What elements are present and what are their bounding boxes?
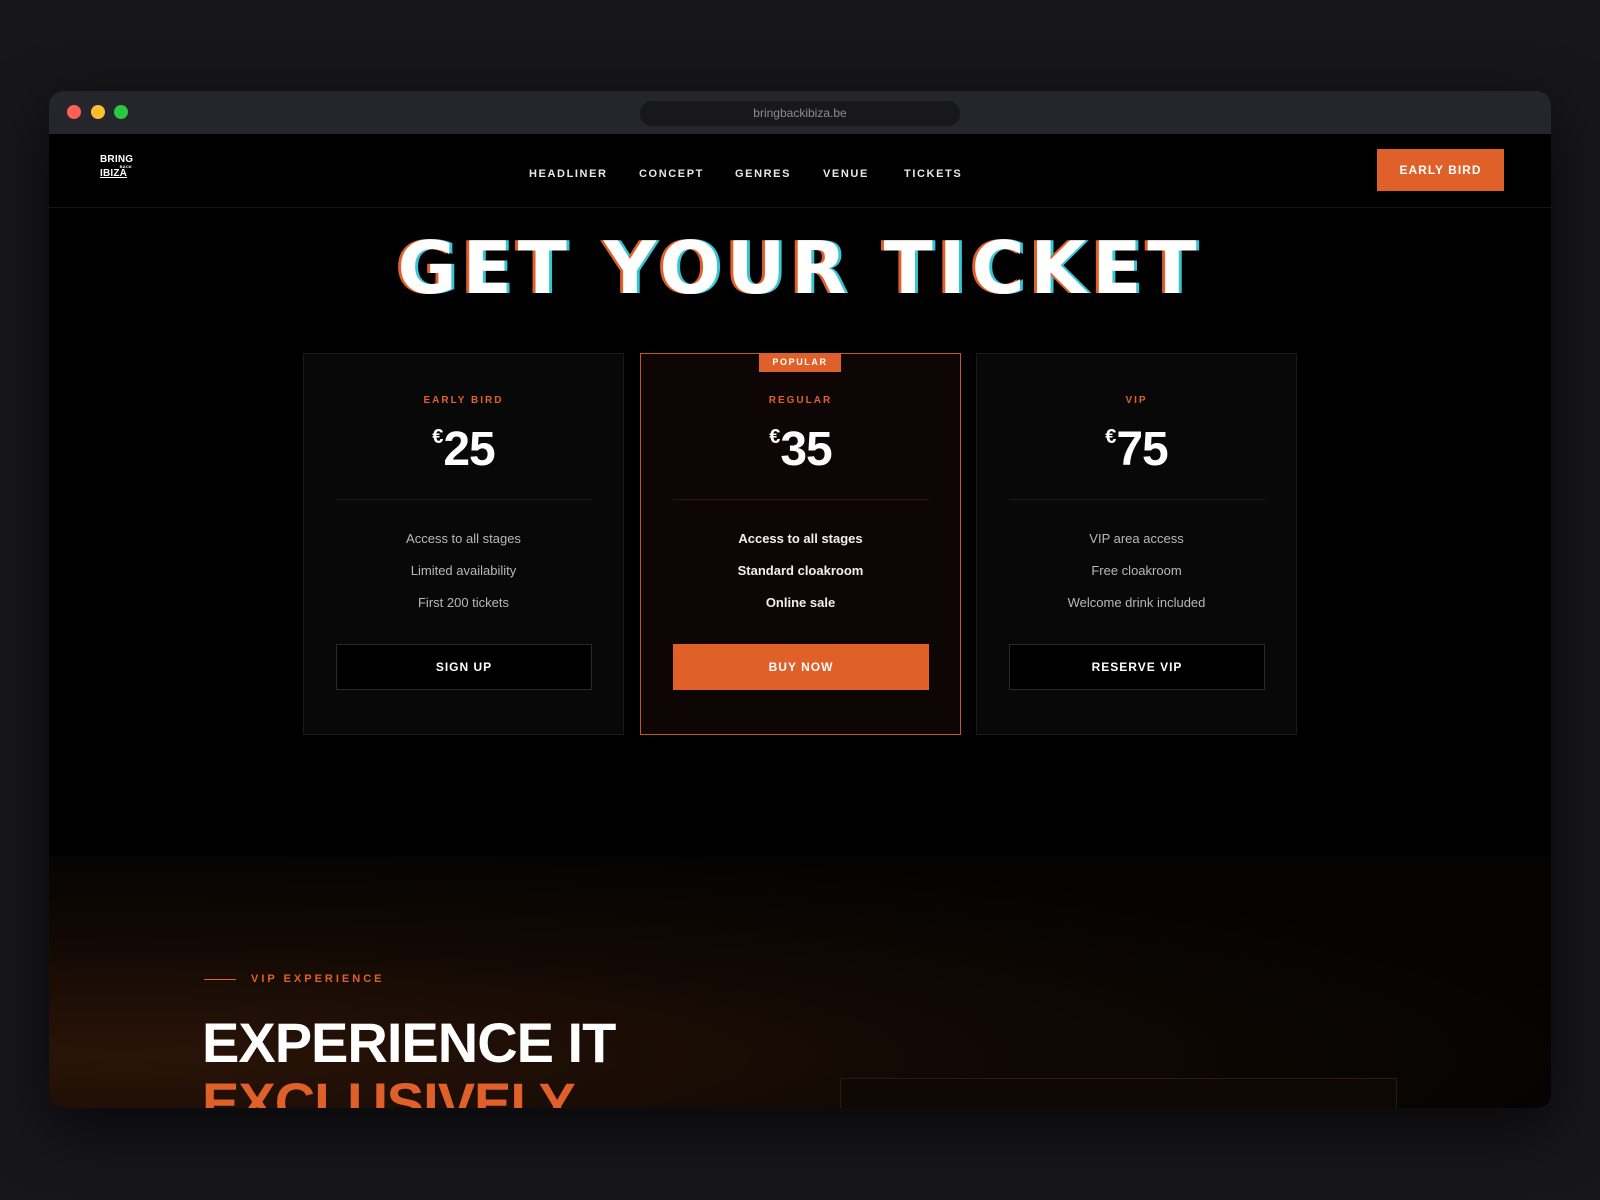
feature-item: VIP area access [1089,531,1184,546]
feature-item: Access to all stages [406,531,521,546]
popular-badge: POPULAR [759,353,841,372]
ticket-card-early-bird: EARLY BIRD €25 Access to all stages Limi… [303,353,624,735]
currency-symbol: € [769,426,780,448]
minimize-window-icon[interactable] [91,105,105,119]
card-divider [1009,499,1265,500]
ticket-price: €25 [304,422,623,477]
reserve-vip-button[interactable]: RESERVE VIP [1009,644,1265,690]
currency-symbol: € [432,426,443,448]
page-title: GET YOUR TICKET [397,226,1203,310]
browser-titlebar: bringbackibiza.be [49,91,1551,134]
ticket-tier-label: VIP [1125,395,1148,406]
section-heading-line2: EXCLUSIVELY [202,1071,576,1109]
currency-symbol: € [1105,426,1116,448]
logo-text-line1: BRING [100,154,134,165]
card-divider [673,499,929,500]
section-eyebrow: VIP EXPERIENCE [251,973,385,985]
price-amount: 25 [443,423,495,476]
close-window-icon[interactable] [67,105,81,119]
feature-item: Limited availability [410,563,517,578]
feature-item: First 200 tickets [417,595,510,610]
address-bar[interactable]: bringbackibiza.be [640,101,960,126]
feature-item: Welcome drink included [1067,595,1206,610]
site-logo[interactable]: BRING BACK IBIZA [100,155,136,183]
page: BRING BACK IBIZA HEADLINER CONCEPT GENRE… [49,134,1551,1108]
buy-now-button[interactable]: BUY NOW [673,644,929,690]
nav-item-headliner[interactable]: HEADLINER [529,168,608,180]
card-divider [336,499,592,500]
feature-item: Standard cloakroom [737,563,864,578]
nav-item-concept[interactable]: CONCEPT [639,168,704,180]
section-heading-line1: EXPERIENCE IT [202,1011,616,1074]
ticket-tier-label: REGULAR [768,395,833,406]
feature-item: Free cloakroom [1091,563,1182,578]
nav-item-venue[interactable]: VENUE [823,168,869,180]
nav-item-tickets[interactable]: TICKETS [904,168,962,180]
feature-list: Access to all stages Limited availabilit… [304,531,623,627]
feature-list: Access to all stages Standard cloakroom … [641,531,960,627]
ticket-tier-label: EARLY BIRD [423,395,504,406]
price-amount: 35 [780,423,832,476]
sign-up-button[interactable]: SIGN UP [336,644,592,690]
eyebrow-divider [204,979,236,980]
vip-experience-section: VIP EXPERIENCE EXPERIENCE IT EXCLUSIVELY [49,856,1551,1108]
feature-list: VIP area access Free cloakroom Welcome d… [977,531,1296,627]
logo-text-line3: IBIZA [100,168,128,179]
price-amount: 75 [1116,423,1168,476]
feature-item: Online sale [765,595,836,610]
ticket-price: €75 [977,422,1296,477]
site-header: BRING BACK IBIZA HEADLINER CONCEPT GENRE… [49,134,1551,208]
early-bird-button[interactable]: EARLY BIRD [1377,149,1504,191]
ticket-card-regular: POPULAR REGULAR €35 Access to all stages… [640,353,961,735]
ticket-price: €35 [641,422,960,477]
nav-item-genres[interactable]: GENRES [735,168,791,180]
browser-window: bringbackibiza.be BRING BACK IBIZA HEADL… [49,91,1551,1108]
feature-item: Access to all stages [738,531,863,546]
vip-image-frame [840,1078,1397,1108]
maximize-window-icon[interactable] [114,105,128,119]
ticket-card-vip: VIP €75 VIP area access Free cloakroom W… [976,353,1297,735]
